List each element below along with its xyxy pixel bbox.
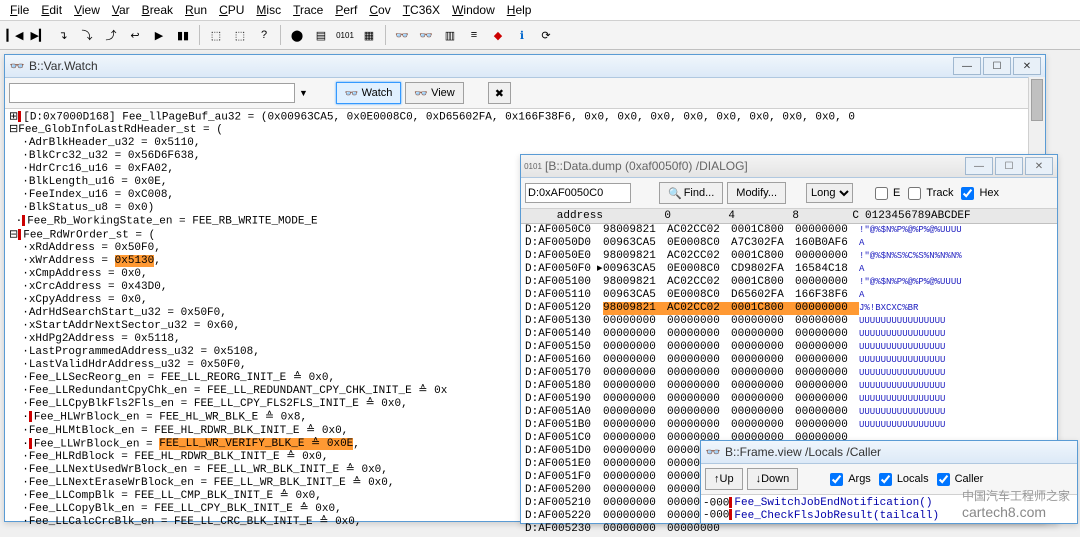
menu-trace[interactable]: Trace (287, 3, 329, 17)
frame-down-icon[interactable]: ⬚ (229, 24, 251, 46)
menu-tc36x[interactable]: TC36X (397, 3, 446, 17)
mem-icon[interactable]: ▥ (439, 24, 461, 46)
watch-expr-input[interactable] (9, 83, 295, 103)
caller-checkbox[interactable]: Caller (933, 470, 984, 489)
watermark: 中国汽车工程师之家 cartech8.com (962, 487, 1070, 520)
up-button[interactable]: ↑ Up (705, 468, 743, 490)
step-into-icon[interactable]: ↴ (52, 24, 74, 46)
menu-edit[interactable]: Edit (35, 3, 68, 17)
dump-toolbar: 🔍Find... Modify... Long E Track Hex (521, 178, 1057, 209)
step-over-icon[interactable]: ⤵ (76, 24, 98, 46)
dump-row[interactable]: D:AF005230 00000000 00000000 (521, 523, 1057, 536)
menu-var[interactable]: Var (106, 3, 136, 17)
hex-checkbox[interactable]: Hex (957, 184, 999, 203)
dump-row[interactable]: D:AF005130 00000000 00000000 00000000 00… (521, 315, 1057, 328)
dump-row[interactable]: D:AF005150 00000000 00000000 00000000 00… (521, 341, 1057, 354)
e-checkbox[interactable]: E (871, 184, 900, 203)
menu-cpu[interactable]: CPU (213, 3, 250, 17)
frame-titlebar[interactable]: 👓 B::Frame.view /Locals /Caller (701, 441, 1077, 464)
main-toolbar[interactable]: ▎◀ ▶▎ ↴ ⤵ ⤴ ↩ ▶ ▮▮ ⬚ ⬚ ? ⬤ ▤ 0101 ▦ 👓 👓 … (0, 21, 1080, 50)
step-back-icon[interactable]: ▎◀ (4, 24, 26, 46)
pause-icon[interactable]: ▮▮ (172, 24, 194, 46)
dropdown-icon[interactable]: ▼ (299, 88, 308, 98)
dump-row[interactable]: D:AF005100 98009821 AC02CC02 0001C800 00… (521, 276, 1057, 289)
menu-view[interactable]: View (68, 3, 106, 17)
delete-button[interactable]: ✖ (488, 82, 511, 104)
step-out-icon[interactable]: ⤴ (100, 24, 122, 46)
dump-row[interactable]: D:AF0050F0▸ 00963CA5 0E0008C0 CD9802FA 1… (521, 263, 1057, 276)
watch-line[interactable]: ⊞[D:0x7000D168] Fee_llPageBuf_au32 = (0x… (9, 111, 1041, 124)
var-watch-title: B::Var.Watch (29, 59, 98, 73)
menu-perf[interactable]: Perf (329, 3, 363, 17)
dump-header: address 0 4 8 C 0123456789ABCDEF (521, 209, 1057, 224)
glasses-icon: 👓 (705, 444, 721, 460)
menu-misc[interactable]: Misc (250, 3, 287, 17)
maximize-button[interactable]: ☐ (995, 157, 1023, 175)
dump-row[interactable]: D:AF005170 00000000 00000000 00000000 00… (521, 367, 1057, 380)
dump-row[interactable]: D:AF005110 00963CA5 0E0008C0 D65602FA 16… (521, 289, 1057, 302)
watch-icon[interactable]: 👓 (391, 24, 413, 46)
break-icon[interactable]: ◆ (487, 24, 509, 46)
dump-row[interactable]: D:AF005180 00000000 00000000 00000000 00… (521, 380, 1057, 393)
view-button[interactable]: 👓View (405, 82, 463, 104)
args-checkbox[interactable]: Args (826, 470, 871, 489)
refresh-icon[interactable]: ⟳ (535, 24, 557, 46)
close-button[interactable]: ✕ (1025, 157, 1053, 175)
locals-checkbox[interactable]: Locals (875, 470, 929, 489)
watch2-icon[interactable]: 👓 (415, 24, 437, 46)
stop-icon[interactable]: ⬤ (286, 24, 308, 46)
bits-icon: 0101 (525, 158, 541, 174)
menu-file[interactable]: File (4, 3, 35, 17)
return-icon[interactable]: ↩ (124, 24, 146, 46)
glasses-icon: 👓 (9, 58, 25, 74)
dump-row[interactable]: D:AF005140 00000000 00000000 00000000 00… (521, 328, 1057, 341)
maximize-button[interactable]: ☐ (983, 57, 1011, 75)
var-watch-titlebar[interactable]: 👓 B::Var.Watch — ☐ ✕ (5, 55, 1045, 78)
dump-row[interactable]: D:AF0051B0 00000000 00000000 00000000 00… (521, 419, 1057, 432)
watch-line[interactable]: ⊟Fee_GlobInfoLastRdHeader_st = ( (9, 124, 1041, 137)
menu-break[interactable]: Break (136, 3, 179, 17)
frame-title: B::Frame.view /Locals /Caller (725, 445, 881, 459)
go-icon[interactable]: ▶ (148, 24, 170, 46)
watch-button[interactable]: 👓Watch (336, 82, 401, 104)
dump-row[interactable]: D:AF0051A0 00000000 00000000 00000000 00… (521, 406, 1057, 419)
stack-icon[interactable]: ≡ (463, 24, 485, 46)
chip-icon[interactable]: ▦ (358, 24, 380, 46)
track-checkbox[interactable]: Track (904, 184, 953, 203)
menu-help[interactable]: Help (501, 3, 538, 17)
dump-row[interactable]: D:AF0050C0 98009821 AC02CC02 0001C800 00… (521, 224, 1057, 237)
down-button[interactable]: ↓ Down (747, 468, 799, 490)
main-menubar[interactable]: FileEditViewVarBreakRunCPUMiscTracePerfC… (0, 0, 1080, 21)
watch-toolbar: ▼ 👓Watch 👓View ✖ (5, 78, 1045, 109)
dump-row[interactable]: D:AF005190 00000000 00000000 00000000 00… (521, 393, 1057, 406)
modify-button[interactable]: Modify... (727, 182, 786, 204)
info-icon[interactable]: ℹ (511, 24, 533, 46)
frame-up-icon[interactable]: ⬚ (205, 24, 227, 46)
dump-titlebar[interactable]: 0101 [B::Data.dump (0xaf0050f0) /DIALOG]… (521, 155, 1057, 178)
find-button[interactable]: 🔍Find... (659, 182, 723, 204)
width-select[interactable]: Long (806, 183, 853, 203)
dump-row[interactable]: D:AF0050E0 98009821 AC02CC02 0001C800 00… (521, 250, 1057, 263)
dump-address-input[interactable] (525, 183, 631, 203)
menu-run[interactable]: Run (179, 3, 213, 17)
menu-cov[interactable]: Cov (363, 3, 396, 17)
help-icon[interactable]: ? (253, 24, 275, 46)
minimize-button[interactable]: — (965, 157, 993, 175)
dump-row[interactable]: D:AF0050D0 00963CA5 0E0008C0 A7C302FA 16… (521, 237, 1057, 250)
close-button[interactable]: ✕ (1013, 57, 1041, 75)
dump-row[interactable]: D:AF005160 00000000 00000000 00000000 00… (521, 354, 1057, 367)
dump-row[interactable]: D:AF005120 98009821 AC02CC02 0001C800 00… (521, 302, 1057, 315)
dump-title: [B::Data.dump (0xaf0050f0) /DIALOG] (545, 159, 748, 173)
bits-icon[interactable]: 0101 (334, 24, 356, 46)
list-icon[interactable]: ▤ (310, 24, 332, 46)
minimize-button[interactable]: — (953, 57, 981, 75)
step-fwd-icon[interactable]: ▶▎ (28, 24, 50, 46)
watch-line[interactable]: ·AdrBlkHeader_u32 = 0x5110, (9, 137, 1041, 150)
menu-window[interactable]: Window (446, 3, 501, 17)
